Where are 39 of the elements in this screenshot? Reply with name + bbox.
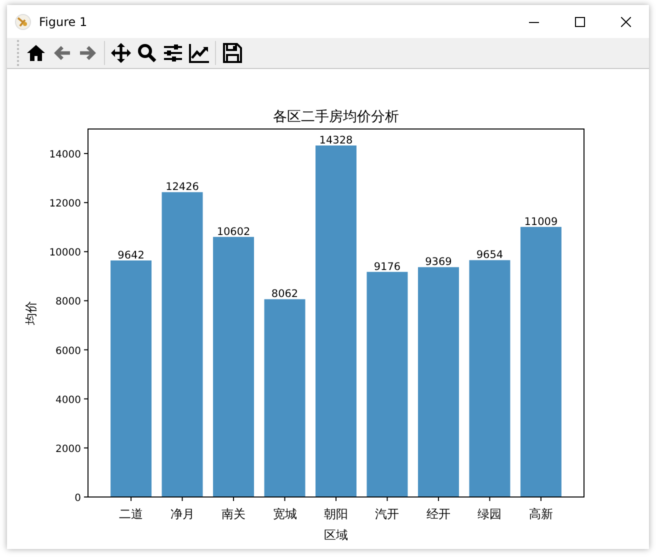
x-tick-label: 汽开 bbox=[375, 507, 400, 521]
search-icon bbox=[136, 42, 158, 64]
data-label: 9654 bbox=[476, 249, 504, 262]
maximize-icon bbox=[575, 16, 585, 26]
save-icon bbox=[221, 42, 243, 64]
line-chart-icon bbox=[188, 42, 210, 64]
x-tick-label: 绿园 bbox=[478, 507, 502, 521]
y-tick-label: 4000 bbox=[56, 394, 81, 406]
chart-title: 各区二手房均价分析 bbox=[273, 109, 399, 125]
data-label: 10602 bbox=[216, 226, 250, 238]
y-tick-label: 14000 bbox=[49, 150, 81, 161]
app-icon bbox=[15, 14, 31, 30]
close-icon bbox=[621, 16, 631, 26]
x-tick-label: 宽城 bbox=[272, 507, 297, 521]
y-axis-label: 均价 bbox=[24, 301, 38, 325]
home-icon bbox=[25, 42, 47, 64]
x-tick-label: 净月 bbox=[170, 507, 194, 521]
y-tick-label: 6000 bbox=[56, 346, 81, 357]
x-axis-label: 区域 bbox=[324, 528, 348, 542]
sliders-icon bbox=[162, 42, 184, 64]
window-title: Figure 1 bbox=[39, 14, 88, 30]
move-icon bbox=[110, 42, 132, 64]
data-label: 14328 bbox=[319, 134, 353, 146]
x-tick-label: 朝阳 bbox=[324, 507, 348, 521]
data-label: 11009 bbox=[524, 216, 558, 228]
y-tick-label: 12000 bbox=[49, 198, 81, 210]
data-label: 12426 bbox=[166, 181, 199, 194]
x-tick-label: 经开 bbox=[426, 507, 450, 521]
x-tick-label: 高新 bbox=[528, 507, 553, 521]
data-label: 8062 bbox=[271, 288, 298, 300]
data-label: 9369 bbox=[425, 256, 452, 268]
y-tick-label: 2000 bbox=[56, 444, 81, 455]
y-tick-label: 0 bbox=[74, 493, 81, 504]
y-tick-label: 10000 bbox=[49, 248, 81, 259]
data-label: 9176 bbox=[374, 260, 401, 273]
x-tick-label: 南关 bbox=[222, 507, 246, 521]
y-tick-label: 8000 bbox=[56, 296, 81, 308]
x-tick-label: 二道 bbox=[119, 507, 144, 521]
data-label: 9642 bbox=[118, 249, 144, 262]
